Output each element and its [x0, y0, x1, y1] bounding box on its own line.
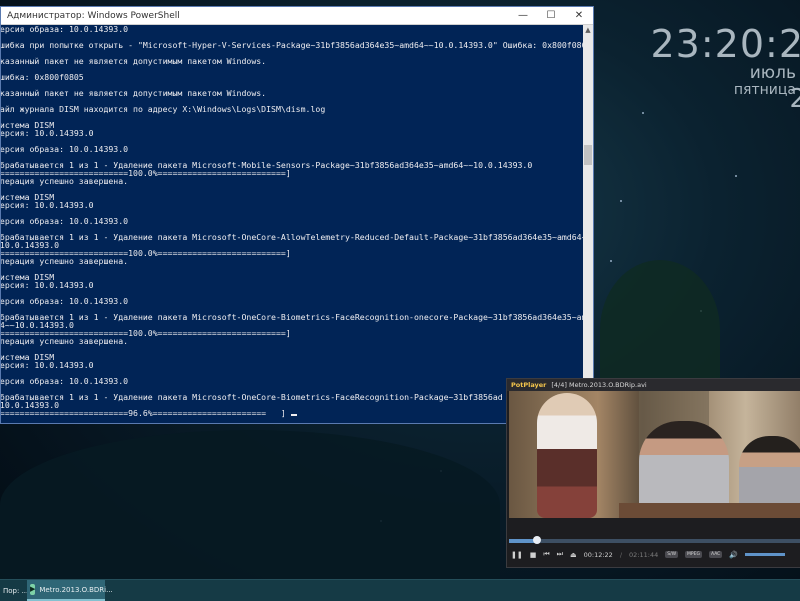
video-codec-badge[interactable]: MPEG [685, 551, 702, 558]
maximize-button[interactable]: ☐ [537, 7, 565, 24]
background-star [610, 260, 612, 262]
background-star [735, 175, 737, 177]
console-line: Ошибка: 0x800f0805 [1, 73, 583, 81]
current-time: 00:12:22 [584, 551, 613, 559]
previous-icon[interactable]: ⏮ [543, 550, 549, 559]
console-line: Операция успешно завершена. [1, 257, 583, 265]
console-line: Версия: 10.0.14393.0 [1, 201, 583, 209]
potplayer-window[interactable]: PotPlayer [4/4] Metro.2013.O.BDRip.avi ❚… [506, 378, 800, 568]
console-line [1, 185, 583, 193]
seek-handle[interactable] [533, 536, 541, 544]
console-line [1, 65, 583, 73]
total-time: 02:11:44 [629, 551, 658, 559]
console-line: Версия: 10.0.14393.0 [1, 361, 583, 369]
clock-day: 2 [789, 84, 800, 114]
text-cursor [291, 414, 297, 416]
console-line: Обрабатывается 1 из 1 - Удаление пакета … [1, 233, 583, 241]
open-file-icon[interactable]: ⏏ [570, 551, 577, 559]
potplayer-app-icon: ▶ [30, 584, 35, 595]
console-line: Файл журнала DISM находится по адресу X:… [1, 105, 583, 113]
powershell-window[interactable]: Администратор: Windows PowerShell — ☐ ✕ … [0, 6, 594, 424]
console-output[interactable]: Версия образа: 10.0.14393.0 Ошибка при по… [1, 25, 583, 423]
scrollbar-thumb[interactable] [584, 145, 592, 165]
volume-icon[interactable]: 🔊 [729, 551, 738, 559]
console-line: Версия образа: 10.0.14393.0 [1, 377, 583, 385]
console-line: Обрабатывается 1 из 1 - Удаление пакета … [1, 313, 583, 321]
console-line [1, 345, 583, 353]
powershell-titlebar[interactable]: Администратор: Windows PowerShell — ☐ ✕ [1, 7, 593, 25]
potplayer-titlebar[interactable]: PotPlayer [4/4] Metro.2013.O.BDRip.avi [507, 379, 800, 391]
audio-codec-badge[interactable]: AAC [709, 551, 722, 558]
taskbar-item-powershell[interactable]: Пор: ... [0, 580, 29, 601]
desktop-clock: 23:20:2 июль пятница 2 [651, 22, 800, 98]
potplayer-file-title: [4/4] Metro.2013.O.BDRip.avi [551, 381, 646, 389]
console-line: Версия образа: 10.0.14393.0 [1, 217, 583, 225]
playback-controls: ❚❚ ■ ⏮ ⏭ ⏏ 00:12:22 / 02:11:44 S/W MPEG … [511, 550, 785, 559]
console-line: Версия образа: 10.0.14393.0 [1, 297, 583, 305]
console-line: Версия: 10.0.14393.0 [1, 129, 583, 137]
next-icon[interactable]: ⏭ [557, 550, 563, 559]
taskbar-item-label: Metro.2013.O.BDRi... [39, 586, 112, 594]
console-line [1, 265, 583, 273]
console-line: [==========================96.6%========… [1, 409, 583, 417]
volume-slider[interactable] [745, 553, 785, 556]
clock-weekday: пятница [651, 82, 797, 98]
stop-icon[interactable]: ■ [530, 551, 537, 559]
decoder-badge[interactable]: S/W [665, 551, 678, 558]
console-line: Ошибка при попытке открыть - "Microsoft-… [1, 41, 583, 49]
video-figure [537, 393, 597, 518]
seek-bar[interactable] [509, 539, 800, 543]
close-button[interactable]: ✕ [565, 7, 593, 24]
scroll-up-icon[interactable]: ▲ [583, 25, 593, 35]
taskbar: Пор: ... ▶ Metro.2013.O.BDRi... [0, 579, 800, 601]
time-separator: / [620, 551, 622, 559]
taskbar-item-potplayer[interactable]: ▶ Metro.2013.O.BDRi... [27, 580, 105, 601]
console-line: Версия: 10.0.14393.0 [1, 281, 583, 289]
background-foliage [0, 430, 500, 580]
clock-time: 23:20:2 [651, 22, 800, 66]
console-line [1, 113, 583, 121]
clock-month: июль [651, 64, 797, 82]
console-line: Указанный пакет не является допустимым п… [1, 57, 583, 65]
console-line: Операция успешно завершена. [1, 337, 583, 345]
vertical-scrollbar[interactable]: ▲ ▼ [583, 25, 593, 423]
video-frame[interactable] [509, 391, 800, 518]
window-title: Администратор: Windows PowerShell [7, 11, 509, 21]
console-line: Операция успешно завершена. [1, 177, 583, 185]
background-star [642, 112, 644, 114]
console-line: Версия образа: 10.0.14393.0 [1, 145, 583, 153]
console-line: Указанный пакет не является допустимым п… [1, 89, 583, 97]
background-star [620, 200, 622, 202]
console-line: Версия образа: 10.0.14393.0 [1, 25, 583, 33]
console-line: Обрабатывается 1 из 1 - Удаление пакета … [1, 393, 583, 401]
potplayer-logo[interactable]: PotPlayer [511, 381, 546, 389]
minimize-button[interactable]: — [509, 7, 537, 24]
video-table [619, 503, 800, 518]
taskbar-item-label: Пор: ... [3, 587, 28, 595]
pause-icon[interactable]: ❚❚ [511, 551, 523, 559]
